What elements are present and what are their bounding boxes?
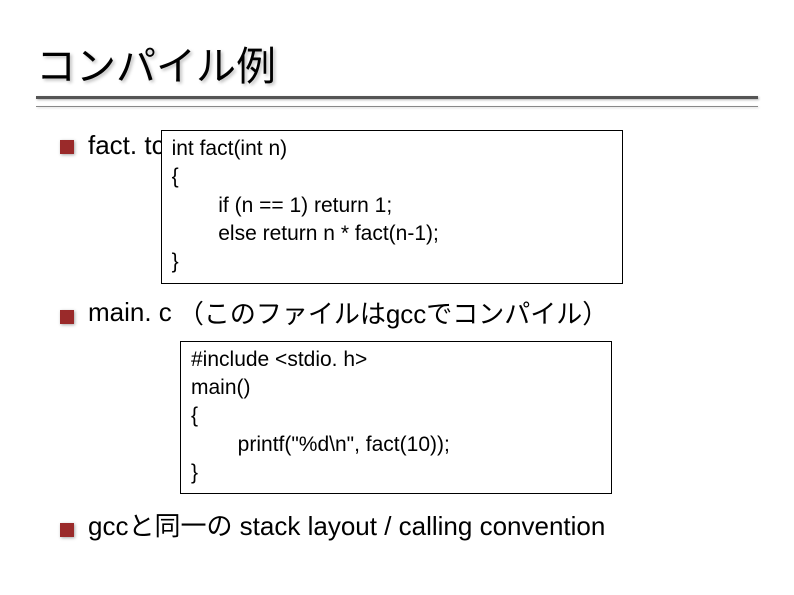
slide-title: コンパイル例 (36, 34, 756, 92)
bullet-icon (60, 140, 74, 154)
slide: コンパイル例 fact. tc int fact(int n) { if (n … (0, 0, 794, 595)
item-label: fact. tc (88, 130, 165, 161)
item-label: gccと同一の stack layout / calling conventio… (88, 506, 605, 543)
list-item: main. c （このファイルはgccでコンパイル） (60, 294, 760, 331)
item-suffix: （このファイルはgccでコンパイル） (178, 294, 608, 331)
code-box-fact: int fact(int n) { if (n == 1) return 1; … (161, 130, 623, 284)
item-label: main. c (88, 297, 172, 328)
list-item: gccと同一の stack layout / calling conventio… (60, 506, 760, 543)
code-box-main: #include <stdio. h> main() { printf("%d\… (180, 341, 612, 495)
bullet-icon (60, 523, 74, 537)
title-underline (36, 96, 758, 107)
list-item: fact. tc int fact(int n) { if (n == 1) r… (60, 130, 760, 284)
bullet-icon (60, 310, 74, 324)
content-area: fact. tc int fact(int n) { if (n == 1) r… (60, 130, 760, 543)
